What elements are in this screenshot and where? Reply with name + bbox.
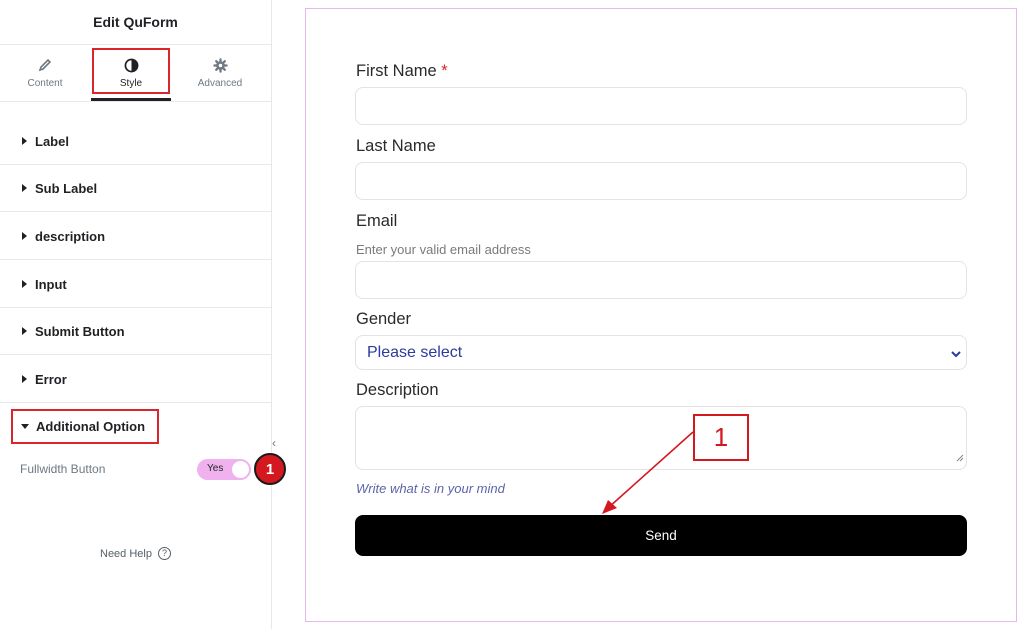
annotation-callout: 1 bbox=[693, 414, 749, 461]
annotation-arrow bbox=[602, 431, 694, 514]
